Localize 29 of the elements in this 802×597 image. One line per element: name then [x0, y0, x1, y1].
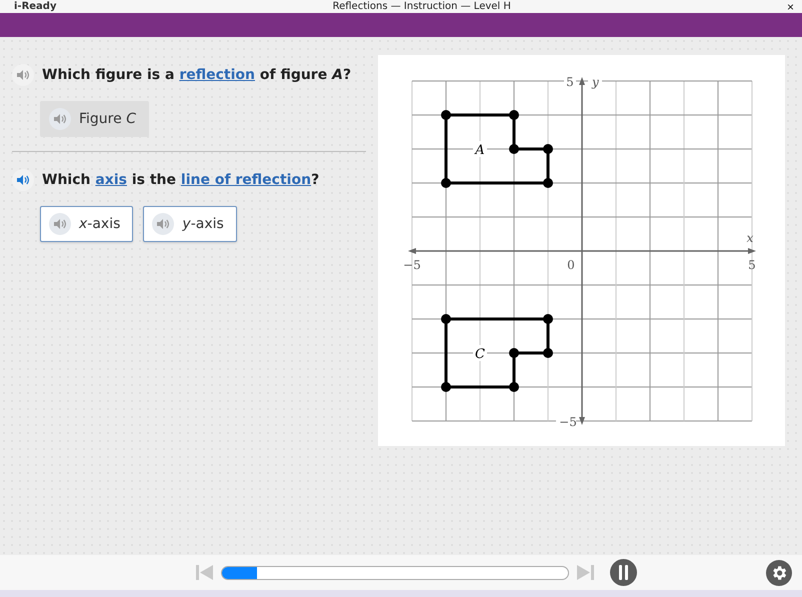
- figure-label: A: [475, 143, 485, 158]
- origin-label: 0: [567, 258, 575, 272]
- answer-button[interactable]: Figure C: [40, 101, 149, 137]
- skip-back-icon[interactable]: [196, 565, 213, 580]
- axis-label: x: [746, 231, 754, 245]
- glossary-link[interactable]: line of reflection: [180, 172, 312, 188]
- tick-label: 5: [566, 75, 574, 89]
- speaker-icon[interactable]: [152, 213, 174, 235]
- speaker-icon[interactable]: [49, 108, 71, 130]
- question-text: Which figure is a reflection of figure A?: [42, 67, 352, 83]
- speaker-icon[interactable]: [49, 213, 71, 235]
- answer-button[interactable]: y-axis: [143, 206, 237, 242]
- close-button[interactable]: ×: [786, 0, 794, 12]
- tick-label: −5: [403, 258, 421, 272]
- answer-button[interactable]: x-axis: [40, 206, 134, 242]
- glossary-link[interactable]: reflection: [179, 67, 255, 83]
- axis-label: y: [592, 75, 599, 89]
- question-text: Which axis is the line of reflection?: [42, 172, 320, 188]
- skip-forward-icon[interactable]: [577, 565, 594, 580]
- settings-button[interactable]: [766, 560, 792, 586]
- figure-label: C: [475, 347, 485, 362]
- tick-label: 5: [748, 258, 756, 272]
- speaker-icon[interactable]: [12, 169, 34, 191]
- tick-label: −5: [559, 415, 577, 429]
- pause-button[interactable]: [610, 559, 637, 586]
- glossary-link[interactable]: axis: [95, 172, 127, 188]
- app-logo: i-Ready: [14, 0, 56, 13]
- speaker-icon[interactable]: [12, 64, 34, 86]
- window-title: Reflections — Instruction — Level H: [332, 0, 512, 13]
